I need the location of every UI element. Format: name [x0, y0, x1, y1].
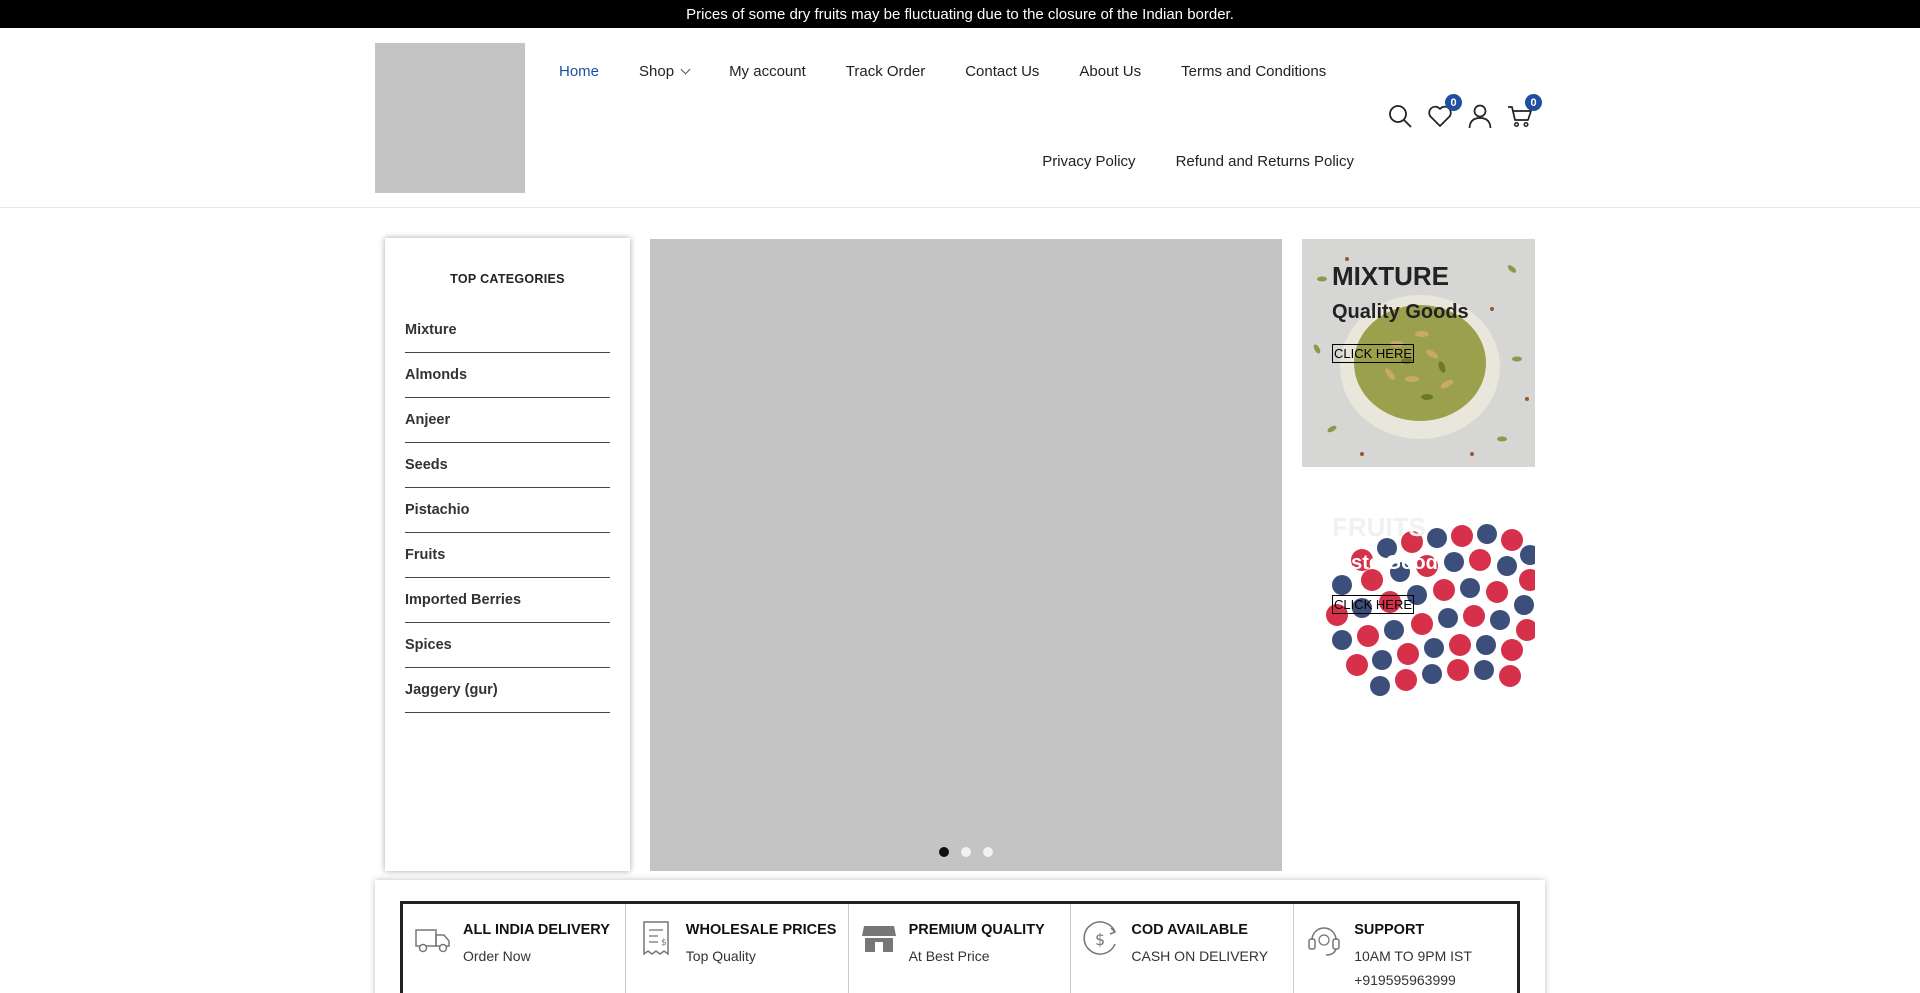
top-categories-title: TOP CATEGORIES: [450, 272, 565, 286]
feature-support-title: SUPPORT: [1354, 922, 1425, 938]
cart-count-badge: 0: [1525, 94, 1542, 111]
wishlist-button[interactable]: 0: [1426, 94, 1462, 130]
nav-my-account[interactable]: My account: [729, 63, 806, 80]
feature-support-phone: +919595963999: [1354, 972, 1456, 988]
nav-home-label: Home: [559, 63, 600, 80]
fruits-banner-subtitle: aste Good: [1340, 552, 1438, 574]
nav-my-account-label: My account: [729, 63, 806, 80]
receipt-icon: $: [643, 921, 669, 956]
svg-text:$: $: [1095, 930, 1105, 949]
feature-quality-sub: At Best Price: [908, 948, 990, 964]
site-header: Home Shop My account Track Order Contact…: [0, 28, 1920, 208]
feature-delivery: ALL INDIA DELIVERY Order Now: [403, 904, 626, 993]
search-button[interactable]: [1386, 102, 1414, 130]
slider-dot-2[interactable]: [961, 847, 971, 857]
feature-wholesale-sub: Top Quality: [685, 948, 756, 964]
header-icons: 0 0: [1386, 94, 1542, 130]
nav-track-order-label: Track Order: [845, 63, 926, 80]
account-button[interactable]: [1466, 102, 1494, 130]
slider-dot-3[interactable]: [983, 847, 993, 857]
truck-icon: [415, 929, 450, 953]
wishlist-count-badge: 0: [1445, 94, 1462, 111]
feature-wholesale-title: WHOLESALE PRICES: [685, 922, 837, 938]
nav-about-us-label: About Us: [1079, 63, 1142, 80]
feature-support: SUPPORT 10AM TO 9PM IST +919595963999: [1294, 904, 1517, 993]
feature-wholesale: $ WHOLESALE PRICES Top Quality: [626, 904, 849, 993]
nav-contact-us-label: Contact Us: [965, 63, 1040, 80]
feature-delivery-sub: Order Now: [463, 948, 531, 964]
store-icon: [861, 926, 896, 952]
nav-about-us[interactable]: About Us: [1079, 63, 1141, 80]
category-list: Mixture Almonds Anjeer Seeds Pistachio F…: [405, 308, 610, 713]
feature-support-sub: 10AM TO 9PM IST: [1354, 948, 1472, 964]
fruits-banner[interactable]: FRUITS aste Good CLICK HERE: [1302, 490, 1535, 718]
category-item[interactable]: Spices: [405, 623, 610, 668]
category-item[interactable]: Anjeer: [405, 398, 610, 443]
slider-dots: [650, 847, 1282, 857]
category-item[interactable]: Seeds: [405, 443, 610, 488]
category-item[interactable]: Jaggery (gur): [405, 668, 610, 713]
user-icon: [1468, 104, 1492, 129]
headset-icon: [1308, 927, 1340, 956]
feature-cod-sub: CASH ON DELIVERY: [1131, 948, 1269, 964]
nav-track-order[interactable]: Track Order: [846, 63, 925, 80]
features-section: ALL INDIA DELIVERY Order Now $ WHOLESALE…: [375, 880, 1545, 993]
dollar-refresh-icon: $: [1083, 921, 1117, 955]
nav-refund-policy[interactable]: Refund and Returns Policy: [1176, 153, 1354, 170]
mixture-banner[interactable]: MIXTURE Quality Goods CLICK HERE: [1302, 239, 1535, 467]
nav-privacy-policy[interactable]: Privacy Policy: [1042, 153, 1135, 170]
nav-terms[interactable]: Terms and Conditions: [1181, 63, 1326, 80]
top-categories-panel: TOP CATEGORIES Mixture Almonds Anjeer Se…: [385, 238, 630, 871]
nav-terms-label: Terms and Conditions: [1181, 63, 1327, 80]
announcement-bar: Prices of some dry fruits may be fluctua…: [0, 0, 1920, 28]
feature-quality-title: PREMIUM QUALITY: [908, 922, 1045, 938]
fruits-click-here-button[interactable]: CLICK HERE: [1332, 595, 1415, 614]
mixture-banner-subtitle: Quality Goods: [1332, 301, 1469, 323]
svg-text:$: $: [661, 938, 667, 948]
feature-quality: PREMIUM QUALITY At Best Price: [849, 904, 1072, 993]
feature-cod: $ COD AVAILABLE CASH ON DELIVERY: [1071, 904, 1295, 993]
main-nav: Home Shop My account Track Order Contact…: [559, 63, 1326, 80]
category-item[interactable]: Mixture: [405, 308, 610, 353]
category-item[interactable]: Almonds: [405, 353, 610, 398]
cart-button[interactable]: 0: [1506, 94, 1542, 130]
announcement-text: Prices of some dry fruits may be fluctua…: [686, 5, 1234, 23]
hero-slider[interactable]: [650, 239, 1282, 871]
nav-home[interactable]: Home: [559, 63, 599, 80]
category-item[interactable]: Fruits: [405, 533, 610, 578]
nav-refund-policy-label: Refund and Returns Policy: [1175, 153, 1354, 170]
search-icon: [1389, 105, 1412, 128]
slider-dot-1[interactable]: [939, 847, 949, 857]
nav-shop[interactable]: Shop: [639, 63, 691, 80]
feature-delivery-title: ALL INDIA DELIVERY: [463, 922, 610, 938]
secondary-nav: Privacy Policy Refund and Returns Policy: [1042, 153, 1354, 170]
feature-cod-title: COD AVAILABLE: [1131, 922, 1248, 938]
mixture-click-here-button[interactable]: CLICK HERE: [1332, 344, 1415, 363]
features-strip: ALL INDIA DELIVERY Order Now $ WHOLESALE…: [400, 901, 1520, 993]
fruits-banner-title: FRUITS: [1332, 512, 1426, 542]
site-logo[interactable]: [375, 43, 525, 193]
mixture-banner-title: MIXTURE: [1332, 261, 1449, 291]
nav-privacy-policy-label: Privacy Policy: [1042, 153, 1136, 170]
category-item[interactable]: Pistachio: [405, 488, 610, 533]
chevron-down-icon: [680, 64, 691, 75]
nav-shop-label: Shop: [639, 63, 675, 80]
category-item[interactable]: Imported Berries: [405, 578, 610, 623]
nav-contact-us[interactable]: Contact Us: [965, 63, 1039, 80]
